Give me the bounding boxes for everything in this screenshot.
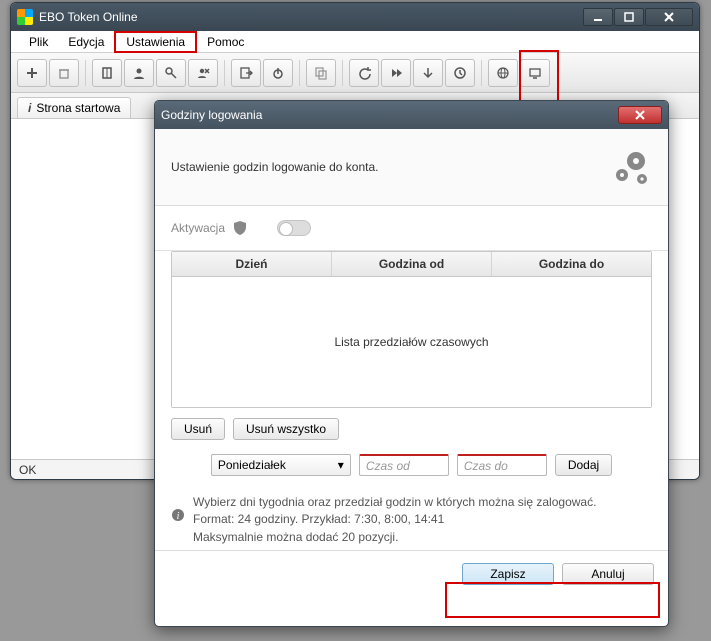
time-to-placeholder: Czas do xyxy=(464,459,508,473)
time-from-placeholder: Czas od xyxy=(366,459,410,473)
activation-toggle[interactable] xyxy=(277,220,311,236)
dialog-heading: Ustawienie godzin logowanie do konta. xyxy=(171,160,378,174)
hint-block: i Wybierz dni tygodnia oraz przedział go… xyxy=(155,480,668,550)
user-remove-icon[interactable] xyxy=(188,59,218,87)
dialog-header: Ustawienie godzin logowanie do konta. xyxy=(155,129,668,206)
empty-text: Lista przedziałów czasowych xyxy=(334,335,488,349)
day-select-value: Poniedziałek xyxy=(218,458,286,472)
delete-all-button[interactable]: Usuń wszystko xyxy=(233,418,339,440)
info-icon: i xyxy=(28,101,31,115)
dialog-title: Godziny logowania xyxy=(161,108,262,122)
highlight-footer-buttons xyxy=(445,582,660,618)
col-day: Dzień xyxy=(172,252,332,276)
dialog-titlebar[interactable]: Godziny logowania xyxy=(155,101,668,129)
plus-icon[interactable] xyxy=(17,59,47,87)
app-title: EBO Token Online xyxy=(39,10,138,24)
col-from: Godzina od xyxy=(332,252,492,276)
menu-plik[interactable]: Plik xyxy=(19,33,58,51)
shield-icon xyxy=(233,220,247,236)
hint-line3: Maksymalnie można dodać 20 pozycji. xyxy=(193,529,652,546)
down-icon[interactable] xyxy=(413,59,443,87)
maximize-button[interactable] xyxy=(614,8,644,26)
add-button[interactable]: Dodaj xyxy=(555,454,612,476)
clock-icon[interactable] xyxy=(445,59,475,87)
chevron-down-icon: ▾ xyxy=(338,458,344,472)
day-select[interactable]: Poniedziałek ▾ xyxy=(211,454,351,476)
globe-icon[interactable] xyxy=(488,59,518,87)
time-from-input[interactable]: Czas od xyxy=(359,454,449,476)
app-icon xyxy=(17,9,33,25)
time-to-input[interactable]: Czas do xyxy=(457,454,547,476)
minimize-button[interactable] xyxy=(583,8,613,26)
undo-icon[interactable] xyxy=(349,59,379,87)
menubar: Plik Edycja Ustawienia Pomoc xyxy=(11,31,699,53)
forward-icon[interactable] xyxy=(381,59,411,87)
power-icon[interactable] xyxy=(263,59,293,87)
remove-row: Usuń Usuń wszystko xyxy=(155,408,668,444)
main-titlebar[interactable]: EBO Token Online xyxy=(11,3,699,31)
status-text: OK xyxy=(19,463,36,477)
user-icon[interactable] xyxy=(124,59,154,87)
trash-icon[interactable] xyxy=(49,59,79,87)
export-icon[interactable] xyxy=(231,59,261,87)
hours-table: Dzień Godzina od Godzina do Lista przedz… xyxy=(171,251,652,408)
col-to: Godzina do xyxy=(492,252,651,276)
hint-line2: Format: 24 godziny. Przykład: 7:30, 8:00… xyxy=(193,511,652,528)
key-icon[interactable] xyxy=(156,59,186,87)
activation-label: Aktywacja xyxy=(171,221,225,235)
toolbar xyxy=(11,53,699,93)
info-icon: i xyxy=(171,508,185,522)
copy-icon[interactable] xyxy=(306,59,336,87)
delete-button[interactable]: Usuń xyxy=(171,418,225,440)
add-row: Poniedziałek ▾ Czas od Czas do Dodaj xyxy=(155,444,668,480)
gears-icon xyxy=(608,147,652,187)
tab-startpage[interactable]: i Strona startowa xyxy=(17,97,131,118)
table-empty: Lista przedziałów czasowych xyxy=(172,277,651,407)
dialog-close-button[interactable] xyxy=(618,106,662,124)
book-icon[interactable] xyxy=(92,59,122,87)
svg-text:i: i xyxy=(177,511,180,522)
menu-ustawienia[interactable]: Ustawienia xyxy=(114,31,197,53)
menu-pomoc[interactable]: Pomoc xyxy=(197,33,254,51)
table-header: Dzień Godzina od Godzina do xyxy=(172,252,651,277)
dialog-login-hours: Godziny logowania Ustawienie godzin logo… xyxy=(154,100,669,627)
tab-label: Strona startowa xyxy=(36,101,120,115)
activation-row: Aktywacja xyxy=(155,206,668,251)
menu-edycja[interactable]: Edycja xyxy=(58,33,114,51)
close-button[interactable] xyxy=(645,8,693,26)
hint-line1: Wybierz dni tygodnia oraz przedział godz… xyxy=(193,494,652,511)
